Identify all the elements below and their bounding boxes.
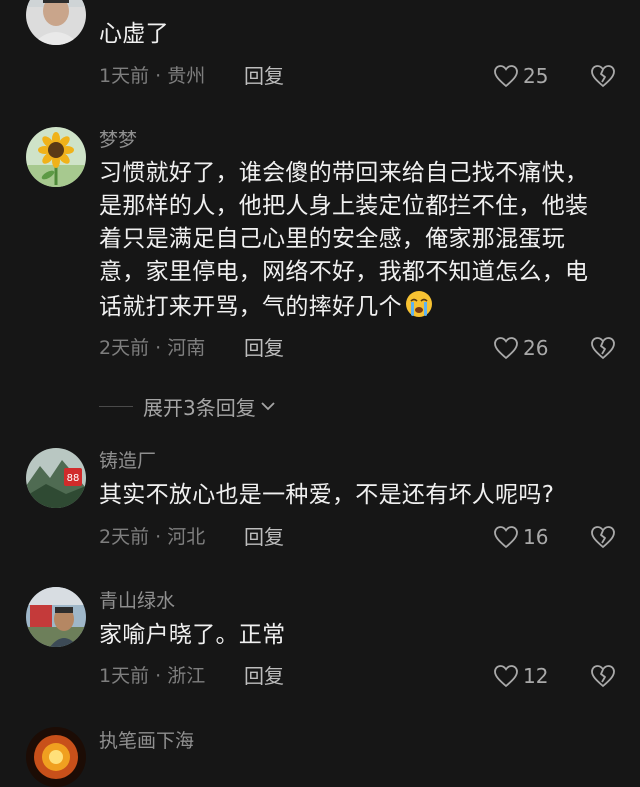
comment-username[interactable]: 执笔画下海 bbox=[99, 729, 194, 753]
fire-avatar-icon bbox=[26, 727, 86, 787]
comment-item: 执笔画下海 bbox=[0, 0, 640, 787]
avatar[interactable] bbox=[26, 727, 86, 787]
